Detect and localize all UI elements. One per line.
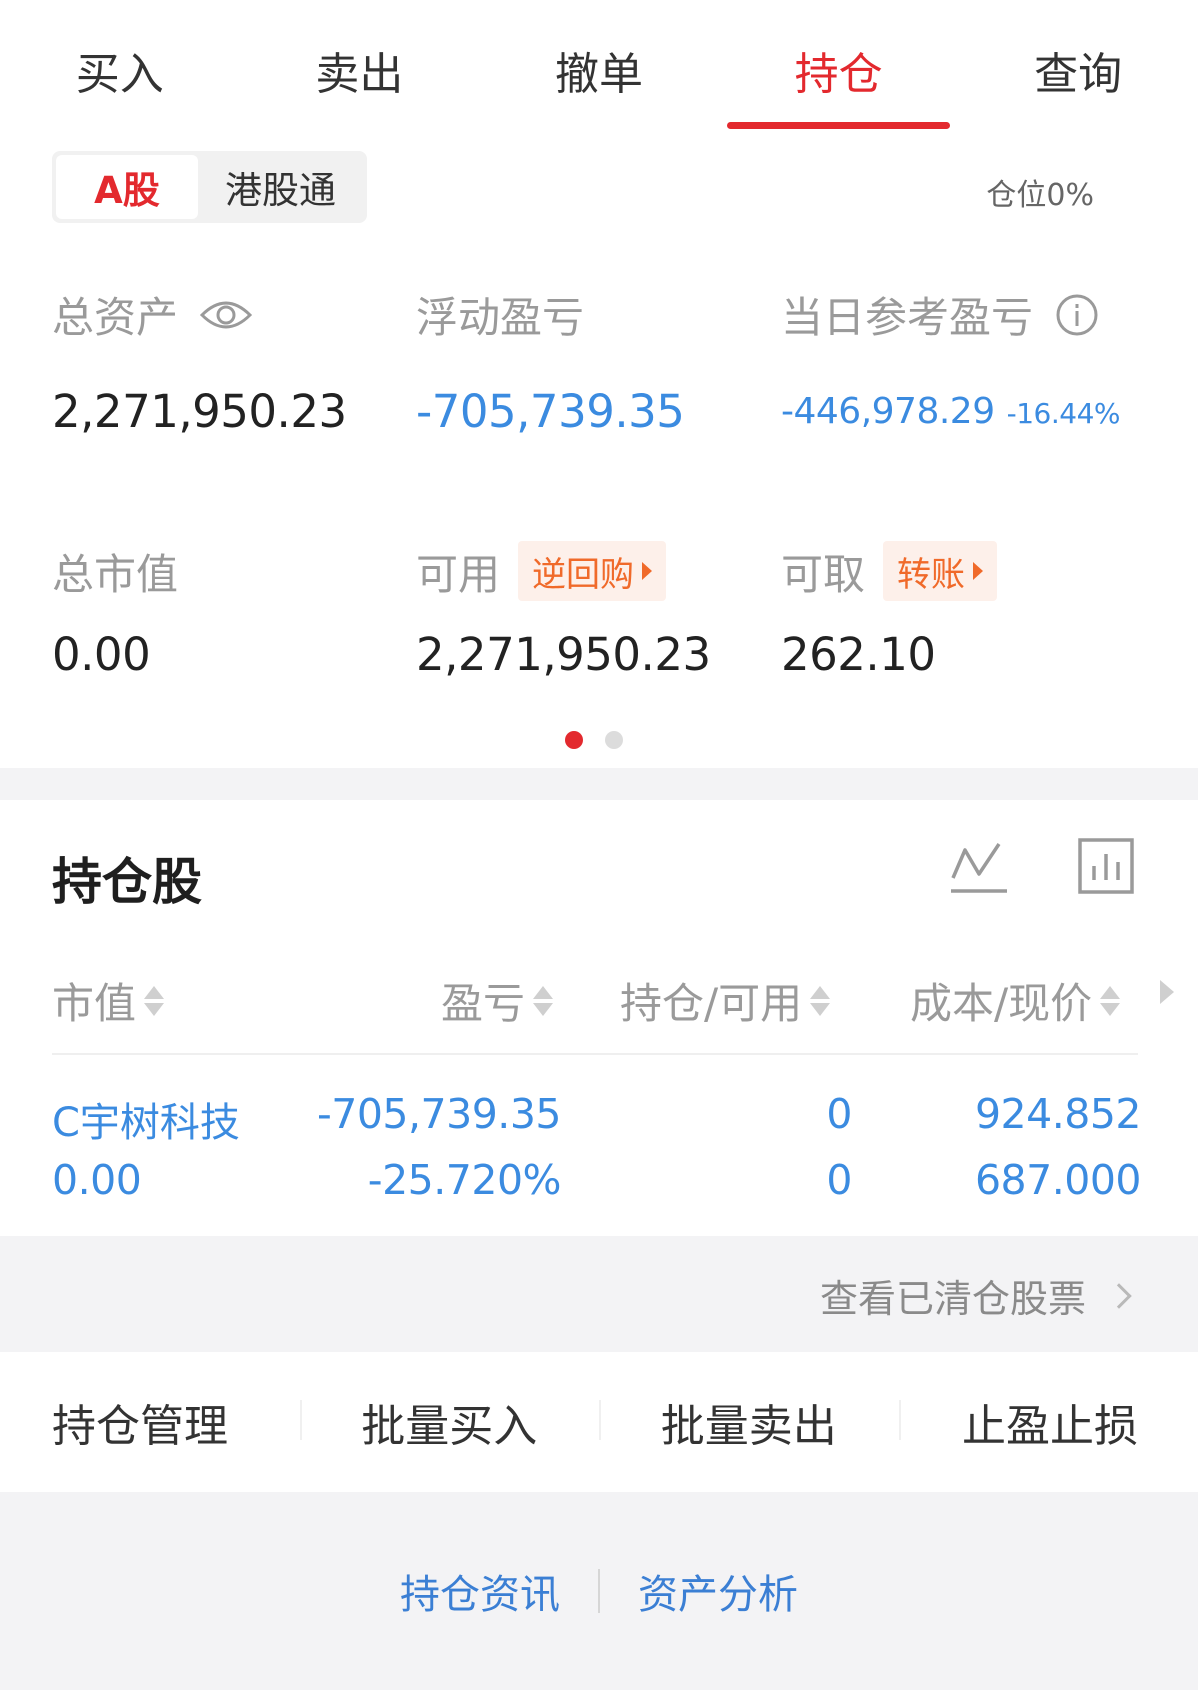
- sort-icon: [533, 985, 554, 1016]
- chip-arrow-icon: [973, 562, 984, 580]
- market-segment-control: A股 港股通: [52, 151, 367, 223]
- market-value-label: 总市值: [52, 541, 178, 601]
- tab-buy[interactable]: 买入: [0, 0, 240, 132]
- stock-pl-percent: -25.720%: [367, 1156, 562, 1204]
- chevron-right-icon: [1106, 1282, 1132, 1309]
- daily-pl-percent: -16.44%: [1006, 397, 1121, 430]
- stock-price: 687.000: [974, 1156, 1142, 1204]
- take-profit-stop-loss-button[interactable]: 止盈止损: [898, 1390, 1198, 1454]
- column-cost-price[interactable]: 成本/现价: [910, 970, 1121, 1031]
- reverse-repo-chip[interactable]: 逆回购: [518, 541, 667, 601]
- tab-sell[interactable]: 卖出: [240, 0, 480, 132]
- column-market-value-label: 市值: [52, 979, 137, 1028]
- available-value: 2,271,950.23: [416, 628, 711, 681]
- section-divider: [0, 768, 1198, 800]
- daily-pl-value: -446,978.29: [781, 391, 995, 432]
- withdrawable-value: 262.10: [781, 628, 936, 681]
- column-cost-price-label: 成本/现价: [910, 979, 1093, 1028]
- stock-pl: -705,739.35: [316, 1090, 562, 1138]
- daily-pl-label-text: 当日参考盈亏: [781, 293, 1034, 342]
- holding-management-button[interactable]: 持仓管理: [0, 1390, 300, 1454]
- view-cleared-stocks-label: 查看已清仓股票: [819, 1277, 1086, 1321]
- column-market-value[interactable]: 市值: [52, 970, 165, 1031]
- trend-chart-icon[interactable]: [951, 840, 1007, 898]
- segment-a-share[interactable]: A股: [56, 155, 198, 219]
- market-value-value: 0.00: [52, 628, 151, 681]
- table-divider: [52, 1053, 1138, 1055]
- bar-chart-icon[interactable]: [1078, 838, 1134, 898]
- floating-pl-label: 浮动盈亏: [416, 284, 584, 345]
- tab-cancel-order[interactable]: 撤单: [479, 0, 719, 132]
- page-dot-active: [565, 731, 583, 749]
- batch-buy-button[interactable]: 批量买入: [299, 1390, 600, 1454]
- total-assets-label-text: 总资产: [52, 293, 179, 342]
- withdrawable-label: 可取 转账: [781, 541, 998, 601]
- withdrawable-label-text: 可取: [781, 549, 866, 599]
- transfer-chip[interactable]: 转账: [883, 541, 998, 601]
- batch-sell-button[interactable]: 批量卖出: [599, 1390, 899, 1454]
- available-label: 可用 逆回购: [416, 541, 667, 601]
- floating-pl-label-text: 浮动盈亏: [416, 293, 585, 342]
- daily-pl-value-row: -446,978.29 -16.44%: [781, 391, 1121, 432]
- segment-hk-connect[interactable]: 港股通: [198, 155, 363, 219]
- reverse-repo-chip-label: 逆回购: [532, 554, 635, 595]
- total-assets-value: 2,271,950.23: [52, 385, 347, 438]
- view-cleared-stocks-link[interactable]: 查看已清仓股票: [819, 1268, 1132, 1323]
- column-pl[interactable]: 盈亏: [441, 970, 554, 1031]
- market-value-label-text: 总市值: [52, 549, 179, 599]
- available-label-text: 可用: [416, 549, 501, 599]
- eye-icon[interactable]: [200, 297, 253, 333]
- position-ratio-label: 仓位0%: [986, 178, 1094, 213]
- sort-icon: [810, 985, 831, 1016]
- total-assets-label: 总资产: [52, 284, 253, 345]
- asset-analysis-link[interactable]: 资产分析: [600, 1562, 836, 1620]
- tab-holdings[interactable]: 持仓: [719, 0, 959, 132]
- holding-action-bar: 持仓管理 批量买入 批量卖出 止盈止损: [0, 1352, 1198, 1492]
- scroll-right-icon[interactable]: [1160, 980, 1174, 1004]
- sort-icon: [1100, 985, 1121, 1016]
- floating-pl-value: -705,739.35: [416, 385, 685, 438]
- column-position[interactable]: 持仓/可用: [620, 970, 831, 1031]
- daily-pl-label: 当日参考盈亏: [781, 284, 1099, 345]
- trade-tab-bar: 买入 卖出 撤单 持仓 查询: [0, 0, 1198, 132]
- column-position-label: 持仓/可用: [620, 979, 803, 1028]
- chip-arrow-icon: [642, 562, 653, 580]
- holdings-title: 持仓股: [52, 853, 202, 911]
- stock-name[interactable]: C宇树科技: [52, 1090, 240, 1148]
- column-pl-label: 盈亏: [441, 979, 526, 1028]
- stock-available: 0: [826, 1156, 852, 1204]
- page-dot: [605, 731, 623, 749]
- holding-news-link[interactable]: 持仓资讯: [362, 1562, 598, 1620]
- stock-position: 0: [826, 1090, 852, 1138]
- stock-cost: 924.852: [974, 1090, 1142, 1138]
- transfer-chip-label: 转账: [897, 554, 966, 595]
- tab-query[interactable]: 查询: [958, 0, 1198, 132]
- sort-icon: [144, 985, 165, 1016]
- info-icon[interactable]: [1055, 293, 1099, 337]
- stock-market-value: 0.00: [52, 1156, 142, 1204]
- page-indicator: [565, 731, 623, 749]
- footer-links: 持仓资讯 资产分析: [0, 1492, 1198, 1690]
